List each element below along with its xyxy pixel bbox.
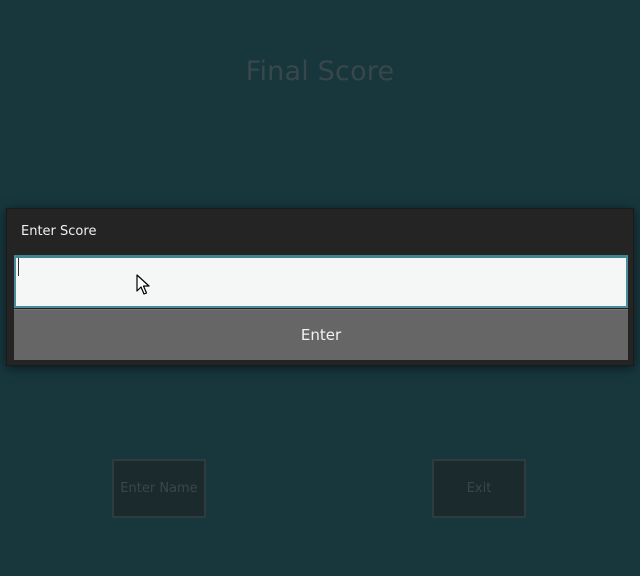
text-caret <box>18 258 19 276</box>
enter-name-button[interactable]: Enter Name <box>112 459 206 518</box>
enter-button[interactable]: Enter <box>14 309 628 360</box>
exit-button[interactable]: Exit <box>432 459 526 518</box>
page-title: Final Score <box>245 56 395 87</box>
dialog-title: Enter Score <box>21 224 97 239</box>
enter-score-dialog: Enter Score Enter <box>6 208 634 366</box>
mouse-pointer-icon <box>136 274 150 295</box>
score-input[interactable] <box>14 255 628 308</box>
